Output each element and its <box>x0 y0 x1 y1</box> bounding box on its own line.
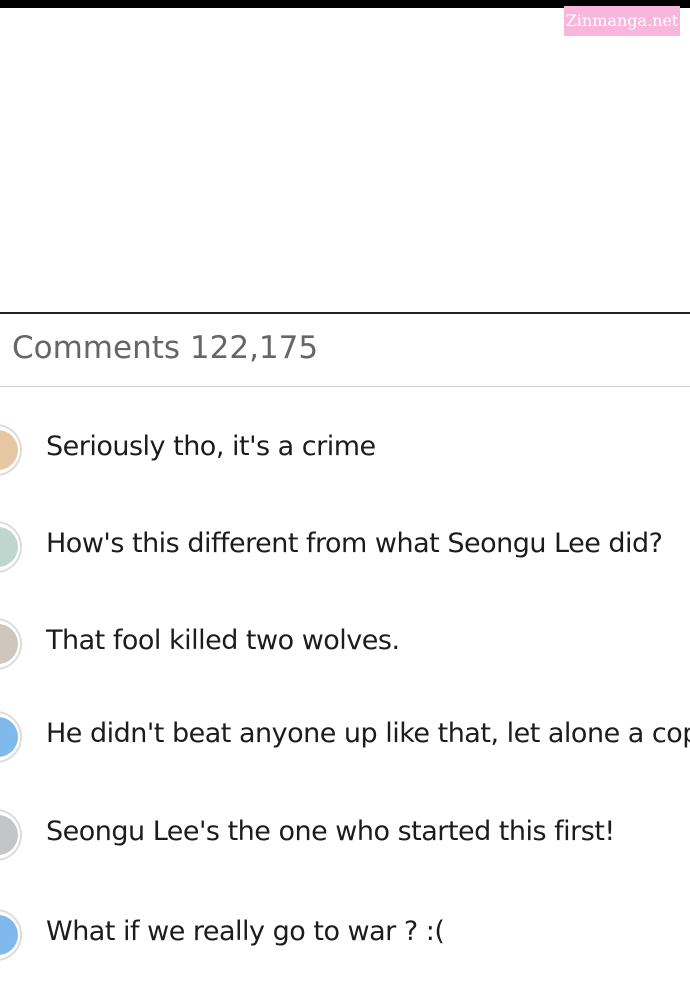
comments-count: 122,175 <box>189 330 319 366</box>
avatar[interactable] <box>0 809 22 861</box>
comment-text: What if we really go to war ? :( <box>46 916 445 947</box>
section-divider <box>0 312 690 314</box>
avatar-icon <box>0 430 18 470</box>
comment-text: He didn't beat anyone up like that, let … <box>46 718 690 749</box>
avatar[interactable] <box>0 711 22 763</box>
comment-text: Seongu Lee's the one who started this fi… <box>46 816 615 847</box>
avatar-icon <box>0 815 18 855</box>
avatar-icon <box>0 527 18 567</box>
comment-item[interactable]: What if we really go to war ? :( <box>0 897 690 967</box>
avatar[interactable] <box>0 618 22 670</box>
avatar-icon <box>0 915 18 955</box>
comment-text: That fool killed two wolves. <box>46 625 400 656</box>
comments-label: Comments <box>12 330 181 366</box>
comment-text: Seriously tho, it's a crime <box>46 431 376 462</box>
comment-item[interactable]: That fool killed two wolves. <box>0 606 690 676</box>
watermark-badge: Zinmanga.net <box>564 6 680 36</box>
comment-item[interactable]: How's this different from what Seongu Le… <box>0 509 690 579</box>
header-divider <box>0 386 690 387</box>
avatar[interactable] <box>0 521 22 573</box>
comment-item[interactable]: He didn't beat anyone up like that, let … <box>0 699 690 769</box>
comment-item[interactable]: Seriously tho, it's a crime <box>0 412 690 482</box>
avatar[interactable] <box>0 909 22 961</box>
comment-text: How's this different from what Seongu Le… <box>46 528 663 559</box>
avatar-icon <box>0 624 18 664</box>
avatar[interactable] <box>0 424 22 476</box>
comment-item[interactable]: Seongu Lee's the one who started this fi… <box>0 797 690 867</box>
avatar-icon <box>0 717 18 757</box>
comments-header: Comments 122,175 <box>12 330 318 374</box>
